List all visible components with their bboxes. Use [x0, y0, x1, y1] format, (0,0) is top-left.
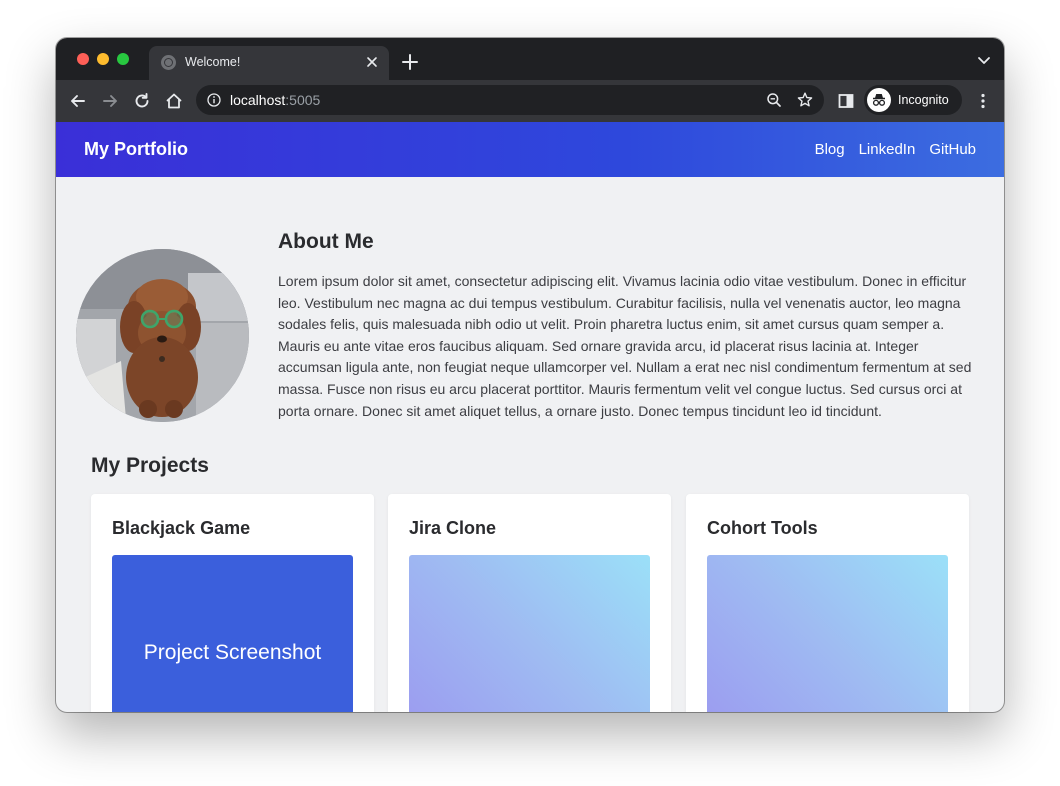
minimize-window-button[interactable]	[97, 53, 109, 65]
project-card-cohort-tools[interactable]: Cohort Tools	[686, 494, 969, 712]
project-title: Blackjack Game	[112, 518, 251, 538]
close-tab-icon[interactable]	[363, 53, 381, 71]
url-text: localhost:5005	[230, 92, 321, 108]
projects-heading: My Projects	[91, 454, 209, 477]
site-header: My Portfolio Blog LinkedIn GitHub	[56, 122, 1004, 177]
close-window-button[interactable]	[77, 53, 89, 65]
tab-search-chevron-icon[interactable]	[976, 52, 992, 68]
zoom-window-button[interactable]	[117, 53, 129, 65]
incognito-label: Incognito	[898, 93, 949, 107]
browser-toolbar: localhost:5005 Incognito	[56, 80, 1004, 122]
project-screenshot	[707, 555, 948, 712]
project-title: Cohort Tools	[707, 518, 818, 538]
screenshot-label: Project Screenshot	[143, 641, 322, 664]
tab-title: Welcome!	[185, 55, 241, 69]
project-title: Jira Clone	[409, 518, 497, 538]
site-info-icon[interactable]	[207, 93, 221, 107]
tab-bar: Welcome!	[56, 38, 1004, 80]
side-panel-icon[interactable]	[836, 91, 856, 111]
home-icon[interactable]	[164, 91, 184, 111]
address-bar[interactable]: localhost:5005	[196, 85, 824, 115]
star-icon[interactable]	[796, 91, 814, 109]
incognito-profile-button[interactable]: Incognito	[864, 85, 962, 115]
zoom-icon[interactable]	[766, 92, 782, 108]
about-paragraph: Lorem ipsum dolor sit amet, consectetur …	[278, 273, 972, 419]
site-nav: Blog LinkedIn GitHub	[801, 141, 976, 158]
project-card-blackjack[interactable]: Blackjack Game Project Screenshot	[91, 494, 374, 712]
project-card-jira-clone[interactable]: Jira Clone	[388, 494, 671, 712]
incognito-icon	[867, 88, 891, 112]
browser-window: Welcome! localhost:5005 Incognito My Por…	[56, 38, 1004, 712]
forward-arrow-icon[interactable]	[100, 91, 120, 111]
kebab-menu-icon[interactable]	[973, 91, 993, 111]
nav-link-github[interactable]: GitHub	[929, 141, 976, 158]
globe-icon	[161, 55, 176, 70]
nav-link-blog[interactable]: Blog	[815, 141, 845, 158]
reload-icon[interactable]	[132, 91, 152, 111]
project-screenshot: Project Screenshot	[112, 555, 353, 712]
tab-welcome[interactable]: Welcome!	[149, 46, 389, 80]
profile-photo-dog	[76, 249, 249, 422]
site-brand[interactable]: My Portfolio	[84, 139, 188, 160]
nav-link-linkedin[interactable]: LinkedIn	[859, 141, 916, 158]
about-heading: About Me	[278, 230, 374, 253]
new-tab-button[interactable]	[398, 50, 422, 74]
back-arrow-icon[interactable]	[68, 91, 88, 111]
project-screenshot	[409, 555, 650, 712]
